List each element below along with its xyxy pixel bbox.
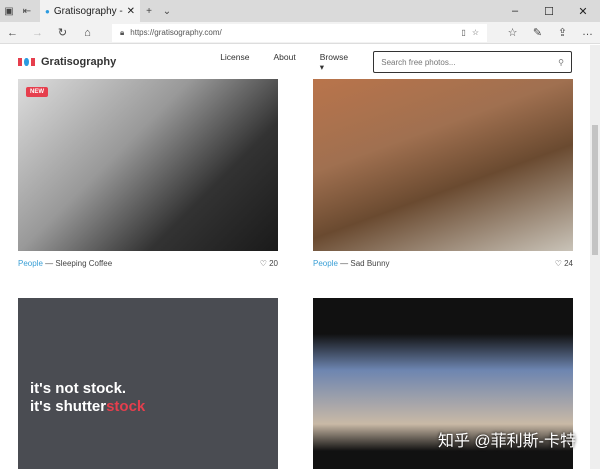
logo-mark-icon bbox=[18, 58, 35, 66]
reading-view-icon[interactable]: ▯ bbox=[461, 28, 465, 37]
minimize-icon[interactable]: – bbox=[498, 5, 532, 18]
new-tab-icon[interactable]: + bbox=[140, 6, 158, 17]
ad-card: it's not stock. it's shutterstock bbox=[18, 298, 278, 469]
category-link[interactable]: People bbox=[313, 259, 338, 268]
url-text: https://gratisography.com/ bbox=[130, 28, 222, 37]
home-icon[interactable]: ⌂ bbox=[75, 27, 100, 39]
refresh-icon[interactable]: ↻ bbox=[50, 26, 75, 39]
lock-icon: 🔒︎ bbox=[120, 27, 125, 37]
back-icon[interactable]: ← bbox=[0, 27, 25, 39]
scrollbar[interactable] bbox=[590, 45, 600, 469]
more-icon[interactable]: … bbox=[575, 26, 600, 39]
share-icon[interactable]: ⇪ bbox=[550, 26, 575, 39]
shutterstock-ad[interactable]: it's not stock. it's shutterstock bbox=[18, 298, 278, 469]
address-bar[interactable]: 🔒︎ https://gratisography.com/ ▯ ☆ bbox=[112, 23, 487, 42]
close-window-icon[interactable]: ✕ bbox=[566, 5, 600, 18]
watermark: 知乎 @菲利斯-卡特 bbox=[437, 433, 576, 450]
nav-about[interactable]: About bbox=[274, 52, 296, 73]
like-button[interactable]: ♡ 24 bbox=[555, 259, 573, 268]
search-icon[interactable]: ⚲ bbox=[558, 58, 564, 67]
photo-title: — Sad Bunny bbox=[340, 259, 390, 268]
notes-icon[interactable]: ✎ bbox=[525, 26, 550, 39]
new-badge: NEW bbox=[26, 87, 48, 97]
nav-license[interactable]: License bbox=[220, 52, 249, 73]
category-link[interactable]: People bbox=[18, 259, 43, 268]
like-button[interactable]: ♡ 20 bbox=[260, 259, 278, 268]
brand-name: Gratisography bbox=[41, 56, 117, 68]
photo-card: NEW People — Sleeping Coffee ♡ 20 bbox=[18, 79, 278, 268]
ad-line-1: it's not stock. bbox=[30, 380, 127, 397]
set-aside-tabs-icon[interactable]: ⇤ bbox=[18, 6, 36, 17]
maximize-icon[interactable]: ☐ bbox=[532, 5, 566, 18]
scrollbar-thumb[interactable] bbox=[592, 125, 598, 255]
close-tab-icon[interactable]: ✕ bbox=[127, 6, 135, 17]
chevron-down-icon[interactable]: ⌄ bbox=[158, 6, 176, 17]
photo-title: — Sleeping Coffee bbox=[45, 259, 113, 268]
nav-bar: ← → ↻ ⌂ 🔒︎ https://gratisography.com/ ▯ … bbox=[0, 22, 600, 44]
favorites-icon[interactable]: ☆ bbox=[500, 26, 525, 39]
search-placeholder: Search free photos... bbox=[381, 57, 456, 67]
page-content: Gratisography License About Browse ▾ Sea… bbox=[0, 45, 590, 469]
photo-card: People — Sad Bunny ♡ 24 bbox=[313, 79, 573, 268]
search-input[interactable]: Search free photos... ⚲ bbox=[373, 51, 572, 73]
tab-title: Gratisography - Free Hi bbox=[53, 5, 123, 17]
forward-icon[interactable]: → bbox=[25, 27, 50, 39]
tab-bar: ▣ ⇤ ● Gratisography - Free Hi ✕ + ⌄ –☐✕ bbox=[0, 0, 600, 22]
like-count: 20 bbox=[269, 259, 278, 268]
tab-active[interactable]: ● Gratisography - Free Hi ✕ bbox=[40, 0, 140, 22]
tab-actions-icon[interactable]: ▣ bbox=[0, 6, 18, 17]
site-header: Gratisography License About Browse ▾ Sea… bbox=[0, 45, 590, 79]
like-count: 24 bbox=[564, 259, 573, 268]
ad-line-2: it's shutter bbox=[30, 398, 107, 415]
photo-sad-bunny[interactable] bbox=[313, 79, 573, 251]
nav-browse[interactable]: Browse ▾ bbox=[320, 52, 349, 73]
site-logo[interactable]: Gratisography bbox=[18, 56, 116, 68]
favorite-star-icon[interactable]: ☆ bbox=[472, 28, 479, 37]
ad-brand-accent: stock bbox=[106, 398, 146, 415]
photo-sleeping-coffee[interactable]: NEW bbox=[18, 79, 278, 251]
favicon-icon: ● bbox=[45, 6, 50, 16]
